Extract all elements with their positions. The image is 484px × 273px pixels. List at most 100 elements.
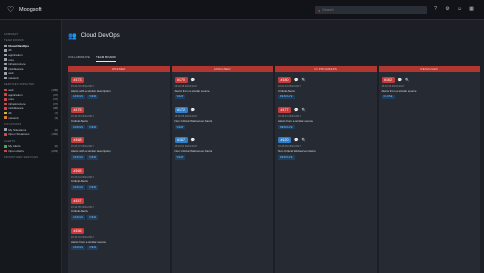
view-button[interactable]: VIEW	[174, 154, 186, 160]
search-input[interactable]	[322, 8, 413, 12]
situation-card[interactable]: #168 15:43:37 06/21/2017 Alerts with a sim…	[71, 136, 169, 160]
situation-id-badge[interactable]: #162	[381, 77, 395, 83]
view-button[interactable]: VIEW	[87, 124, 99, 130]
card-description: Critical Alerts	[71, 209, 88, 214]
card-description: Alerts with a similar description	[71, 148, 111, 153]
assign-button[interactable]: ASSIGN	[71, 154, 86, 160]
sidebar-item[interactable]: Open Alerts (233)	[4, 149, 58, 154]
chat-icon[interactable]: 💬	[294, 78, 298, 82]
situation-card[interactable]: #177 💬 🔍 15:45:12 06/21/2017 Alerts from a s…	[278, 106, 376, 130]
situation-id-badge[interactable]: #175	[71, 107, 84, 114]
sidebar-item[interactable]: application (47)	[4, 92, 58, 97]
magnify-icon[interactable]: 🔍	[301, 138, 305, 142]
search-box[interactable]: ●	[315, 6, 427, 14]
help-icon[interactable]: ?	[433, 6, 438, 12]
sidebar-item[interactable]: Cloud DevOps	[4, 44, 58, 49]
chat-icon[interactable]: 💬	[398, 78, 402, 82]
assign-button[interactable]: ASSIGN	[71, 185, 86, 190]
sidebar-item[interactable]: core	[4, 57, 58, 62]
situation-card[interactable]: #173 15:43:33 06/21/2017 Alerts with a sim…	[71, 76, 169, 100]
situation-card[interactable]: #167 💬 15:43:01 06/21/2017 Non Critical Web…	[174, 136, 273, 160]
resolve-button[interactable]: RESOLVE	[278, 124, 295, 130]
sidebar-item-count: (233)	[51, 148, 58, 153]
situation-card[interactable]: #156 15:44:33 06/21/2017 Alerts from a sim…	[71, 227, 169, 251]
assign-button[interactable]: ASSIGN	[71, 215, 86, 220]
sidebar-item[interactable]: infrastructure (37)	[4, 102, 58, 107]
view-button[interactable]: VIEW	[87, 215, 99, 220]
sidebar-item[interactable]: middleware	[4, 66, 58, 71]
sidebar-item[interactable]: infrastructure	[4, 62, 58, 67]
assign-button[interactable]: ASSIGN	[71, 94, 86, 100]
situation-card[interactable]: #120 💬 🔍 15:29:06 06/21/2017 Non Critical We…	[278, 136, 376, 160]
sidebar-item-label: core	[8, 57, 15, 62]
sidebar-item[interactable]: network	[4, 76, 58, 81]
resolve-button[interactable]: RESOLVE	[278, 94, 295, 100]
situation-id-badge[interactable]: #177	[278, 107, 291, 114]
resolve-button[interactable]: RESOLVE	[278, 154, 295, 160]
view-button[interactable]: VIEW	[174, 124, 186, 130]
card-description: Alerts from a similar source	[381, 88, 417, 93]
situation-id-badge[interactable]: #170	[174, 77, 188, 83]
chat-icon[interactable]: 💬	[191, 108, 195, 112]
card-timestamp: 15:29:06 06/21/2017	[278, 145, 301, 149]
sidebar-item[interactable]: db (7)	[4, 111, 58, 116]
magnify-icon[interactable]: 🔍	[301, 108, 305, 112]
board-column: RESOLVED #162 💬 🔍 15:43:30 06/21/2017 Alerts …	[378, 66, 480, 273]
status-square-icon	[4, 149, 7, 153]
chat-icon[interactable]: 💬	[191, 138, 195, 142]
chat-icon[interactable]: 💬	[294, 108, 298, 112]
situation-card[interactable]: #175 15:44:35 06/21/2017 Critical Alerts AS…	[71, 106, 169, 130]
situation-card[interactable]: #165 15:43:31 06/21/2017 Critical Alerts AS…	[71, 167, 169, 191]
tab-team-board[interactable]: TEAM BOARD	[95, 54, 116, 62]
tab-collaborate[interactable]: COLLABORATE	[68, 54, 90, 62]
status-square-icon	[4, 107, 7, 110]
situation-card[interactable]: #180 💬 🔍 16:01:16 06/21/2017 Critical Alerts…	[278, 76, 376, 100]
close-button[interactable]: CLOSE	[381, 94, 395, 100]
magnify-icon[interactable]: 🔍	[405, 78, 409, 82]
sidebar-item[interactable]: middleware (38)	[4, 106, 58, 111]
situation-id-badge[interactable]: #168	[71, 137, 84, 144]
view-button[interactable]: VIEW	[87, 185, 99, 190]
sidebar-item[interactable]: web	[4, 71, 58, 76]
view-button[interactable]: VIEW	[87, 154, 99, 160]
sidebar-item-label: Cloud DevOps	[8, 43, 29, 48]
situation-id-badge[interactable]: #172	[174, 107, 188, 114]
chat-icon[interactable]: 💬	[191, 78, 195, 82]
situation-id-badge[interactable]: #157	[71, 197, 84, 204]
situation-card[interactable]: #172 💬 15:45:05 06/21/2017 Non Critical Web…	[174, 106, 273, 130]
situation-id-badge[interactable]: #156	[71, 227, 84, 234]
assign-button[interactable]: ASSIGN	[71, 245, 86, 251]
sidebar-item[interactable]: core (47)	[4, 97, 58, 102]
sidebar-section-title: SITUATIONS	[4, 122, 22, 126]
view-button[interactable]: VIEW	[87, 245, 99, 251]
magnify-icon[interactable]: 🔍	[301, 78, 305, 82]
situation-id-badge[interactable]: #180	[278, 77, 291, 83]
user-icon[interactable]: ☺	[457, 6, 462, 12]
settings-icon[interactable]: ⚙	[445, 6, 450, 12]
situation-card[interactable]: #157 15:44:35 06/21/2017 Critical Alerts AS…	[71, 197, 169, 221]
assign-button[interactable]: ASSIGN	[71, 124, 86, 130]
situation-card[interactable]: #162 💬 🔍 15:43:30 06/21/2017 Alerts from a s…	[381, 76, 480, 100]
app-logo[interactable]: ♡ Moogsoft	[7, 6, 42, 14]
sidebar-item[interactable]: Open Situations (166)	[4, 132, 58, 137]
situation-card[interactable]: #170 💬 15:43:28 06/21/2017 Alerts from a si…	[174, 76, 273, 100]
sidebar-item[interactable]: network (3)	[4, 115, 58, 120]
situation-id-badge[interactable]: #167	[174, 137, 188, 144]
grid-icon[interactable]: ▦	[469, 6, 474, 12]
sidebar-item[interactable]: My Alerts (0)	[4, 144, 58, 149]
sidebar-item[interactable]: web (195)	[4, 88, 58, 93]
sidebar-item[interactable]: My Situations (0)	[4, 127, 58, 132]
chat-icon[interactable]: 💬	[294, 138, 298, 142]
view-button[interactable]: VIEW	[174, 94, 186, 100]
sidebar-item[interactable]: db	[4, 48, 58, 53]
card-timestamp: 15:44:33 06/21/2017	[71, 235, 94, 239]
view-button[interactable]: VIEW	[87, 94, 99, 100]
sidebar-item-label: db	[8, 48, 12, 53]
board-column: OPENED #173 15:43:33 06/21/2017 Alerts with…	[68, 66, 170, 273]
sidebar-item[interactable]: application	[4, 53, 58, 58]
situation-id-badge[interactable]: #173	[71, 77, 84, 83]
card-description: Alerts from a similar source	[174, 88, 210, 93]
status-square-icon	[4, 58, 7, 61]
situation-id-badge[interactable]: #165	[71, 167, 84, 174]
situation-id-badge[interactable]: #120	[278, 137, 291, 144]
